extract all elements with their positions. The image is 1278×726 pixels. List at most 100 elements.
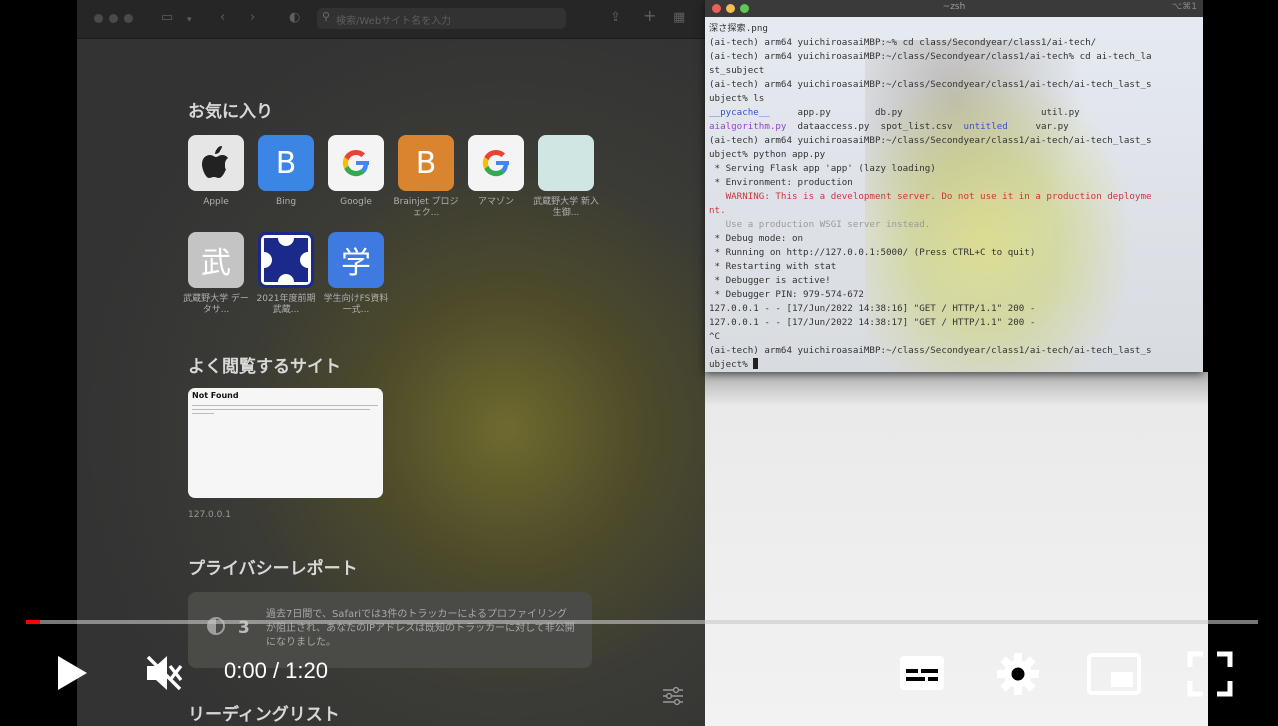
- terminal-cursor: [753, 358, 759, 369]
- google-g-icon: [468, 135, 524, 191]
- search-icon: ⚲: [322, 10, 331, 23]
- progress-bar-played: [26, 620, 40, 624]
- address-bar[interactable]: ⚲ 検索/Webサイト名を入力: [317, 8, 566, 29]
- favorite-item[interactable]: アマゾン: [468, 135, 524, 208]
- terminal-line: (ai-tech) arm64 yuichiroasaiMBP:~/class/…: [709, 135, 1152, 146]
- window-zoom-dot[interactable]: [124, 14, 133, 23]
- chevron-down-icon[interactable]: ▾: [187, 12, 192, 28]
- window-close-dot[interactable]: [94, 14, 103, 23]
- window-shadow: [705, 372, 1208, 406]
- terminal-line: (ai-tech) arm64 yuichiroasaiMBP:~/class/…: [709, 345, 1152, 356]
- privacy-shield-icon[interactable]: ◐: [289, 10, 300, 26]
- privacy-report-text: 過去7日間で、Safariでは3件のトラッカーによるプロファイリングが阻止され、…: [266, 609, 575, 648]
- favorite-label: Brainjet プロジェク...: [393, 197, 459, 218]
- safari-start-page: ▭ ▾ ‹ › ◐ ⚲ 検索/Webサイト名を入力 ⇪ + ▦ お気に入り Ap…: [77, 0, 705, 726]
- favorite-item[interactable]: Google: [328, 135, 384, 208]
- terminal-line: * Environment: production: [709, 177, 853, 188]
- favorite-label: Bing: [275, 197, 297, 207]
- privacy-report-title: プライバシーレポート: [188, 559, 358, 579]
- favorite-tile: 学: [328, 232, 384, 288]
- terminal-line: * Running on http://127.0.0.1:5000/ (Pre…: [709, 247, 1036, 258]
- favorite-item[interactable]: B Brainjet プロジェク...: [393, 135, 459, 219]
- duration: 1:20: [285, 658, 328, 683]
- terminal-line: (ai-tech) arm64 yuichiroasaiMBP:~% cd cl…: [709, 37, 1097, 48]
- back-icon[interactable]: ‹: [220, 10, 225, 26]
- settings-gear-icon[interactable]: [996, 652, 1040, 696]
- favorite-item[interactable]: 武蔵野大学 新入生御...: [533, 135, 599, 219]
- terminal-line: aialgorithm.py dataaccess.py spot_list.c…: [709, 121, 1069, 132]
- video-frame[interactable]: ▭ ▾ ‹ › ◐ ⚲ 検索/Webサイト名を入力 ⇪ + ▦ お気に入り Ap…: [0, 0, 1278, 726]
- frequent-site-thumbnail[interactable]: Not Found: [188, 388, 383, 498]
- terminal-line: (ai-tech) arm64 yuichiroasaiMBP:~/class/…: [709, 51, 1152, 62]
- terminal-line: ^C: [709, 331, 721, 342]
- favorite-tile: B: [258, 135, 314, 191]
- favorite-tile: 武: [188, 232, 244, 288]
- favorite-label: 武蔵野大学 データサ...: [183, 294, 249, 315]
- favorite-tile: [538, 135, 594, 191]
- reading-list-title: リーディングリスト: [188, 705, 340, 725]
- terminal-line: WARNING: This is a development server. D…: [709, 191, 1152, 202]
- favorite-label: Apple: [203, 197, 229, 207]
- safari-toolbar: ▭ ▾ ‹ › ◐ ⚲ 検索/Webサイト名を入力 ⇪ + ▦: [77, 0, 705, 39]
- mute-icon[interactable]: [143, 652, 185, 694]
- musashino-logo-icon: [258, 232, 314, 288]
- privacy-shield-icon: [207, 617, 225, 635]
- progress-bar[interactable]: [26, 620, 1258, 624]
- favorite-item[interactable]: 学学生向けFS資料一式...: [324, 232, 388, 316]
- share-icon[interactable]: ⇪: [610, 10, 621, 26]
- frequently-visited-title: よく閲覧するサイト: [188, 357, 341, 377]
- google-g-icon: [328, 135, 384, 191]
- favorites-title: お気に入り: [188, 102, 273, 122]
- terminal-line: st_subject: [709, 65, 765, 76]
- terminal-line: nt.: [709, 205, 726, 216]
- terminal-line: 127.0.0.1 - - [17/Jun/2022 14:38:17] "GE…: [709, 317, 1036, 328]
- terminal-line: * Restarting with stat: [709, 261, 837, 272]
- terminal-output[interactable]: 深さ探索.png (ai-tech) arm64 yuichiroasaiMBP:…: [709, 22, 1201, 372]
- favorite-item[interactable]: 武武蔵野大学 データサ...: [183, 232, 249, 316]
- time-display: 0:00 / 1:20: [224, 658, 328, 684]
- fullscreen-icon[interactable]: [1187, 651, 1233, 697]
- terminal-window[interactable]: ~zsh ⌥⌘1 深さ探索.png (ai-tech) arm64 yuichir…: [705, 0, 1203, 372]
- terminal-prompt: ubject%: [709, 359, 754, 370]
- terminal-title: ~zsh: [942, 2, 966, 12]
- terminal-line: * Debug mode: on: [709, 233, 804, 244]
- frequent-site-url: 127.0.0.1: [188, 510, 231, 520]
- tab-overview-icon[interactable]: ▦: [673, 10, 685, 26]
- play-icon[interactable]: [54, 653, 90, 693]
- favorite-item[interactable]: Apple: [188, 135, 244, 208]
- terminal-titlebar: ~zsh ⌥⌘1: [705, 0, 1203, 17]
- address-placeholder: 検索/Webサイト名を入力: [336, 16, 452, 27]
- apple-icon: [188, 135, 244, 191]
- favorite-label: Google: [340, 197, 372, 207]
- current-time: 0:00: [224, 658, 267, 683]
- privacy-report-card[interactable]: 3 過去7日間で、Safariでは3件のトラッカーによるプロファイリングが阻止さ…: [188, 592, 592, 668]
- new-tab-icon[interactable]: +: [643, 8, 656, 24]
- terminal-line: ubject% python app.py: [709, 149, 826, 160]
- window-minimize-dot[interactable]: [109, 14, 118, 23]
- favorite-label: アマゾン: [477, 197, 514, 207]
- terminal-line: (ai-tech) arm64 yuichiroasaiMBP:~/class/…: [709, 79, 1152, 90]
- forward-icon[interactable]: ›: [250, 10, 255, 26]
- terminal-line: ubject% ls: [709, 93, 765, 104]
- terminal-line: * Debugger is active!: [709, 275, 831, 286]
- terminal-line: 深さ探索.png: [709, 23, 768, 34]
- miniplayer-icon[interactable]: [1086, 652, 1142, 696]
- terminal-shortcut: ⌥⌘1: [1171, 2, 1197, 12]
- terminal-line: * Debugger PIN: 979-574-672: [709, 289, 864, 300]
- terminal-line: * Serving Flask app 'app' (lazy loading): [709, 163, 936, 174]
- favorite-tile: B: [398, 135, 454, 191]
- favorite-item[interactable]: 2021年度前期 武蔵...: [257, 232, 315, 316]
- favorite-label: 学生向けFS資料一式...: [323, 294, 389, 315]
- thumbnail-heading: Not Found: [192, 391, 239, 400]
- favorite-item[interactable]: B Bing: [258, 135, 314, 208]
- terminal-line: __pycache__ app.py db.py util.py: [709, 107, 1080, 118]
- start-page-settings-icon[interactable]: [662, 686, 684, 706]
- sidebar-icon[interactable]: ▭: [161, 10, 173, 26]
- favorite-label: 武蔵野大学 新入生御...: [533, 197, 599, 218]
- subtitles-icon[interactable]: [898, 654, 946, 692]
- terminal-line: ubject%: [709, 358, 1201, 372]
- time-separator: /: [266, 658, 286, 683]
- terminal-line: Use a production WSGI server instead.: [709, 219, 931, 230]
- favorite-label: 2021年度前期 武蔵...: [256, 294, 316, 315]
- terminal-line: 127.0.0.1 - - [17/Jun/2022 14:38:16] "GE…: [709, 303, 1036, 314]
